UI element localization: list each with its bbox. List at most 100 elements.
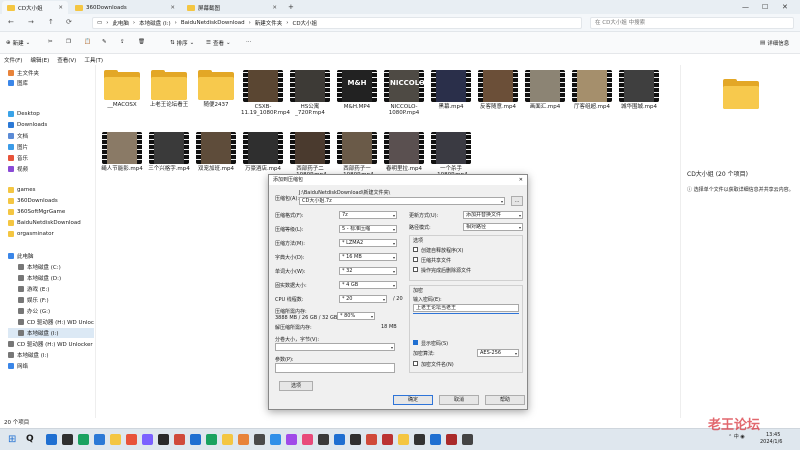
taskbar-app-icon[interactable] (398, 434, 409, 445)
file-item[interactable]: 上老王论坛看王 (147, 70, 191, 108)
close-icon[interactable]: ✕ (170, 5, 175, 11)
close-icon[interactable]: ✕ (272, 5, 277, 11)
file-item[interactable]: __MACOSX (100, 70, 144, 108)
taskbar-app-icon[interactable] (238, 434, 249, 445)
tab-360downloads[interactable]: 360Downloads ✕ (70, 1, 180, 14)
sidebar-item[interactable]: 娱乐 (F:) (8, 295, 94, 305)
sidebar-item[interactable]: 游戏 (E:) (8, 284, 94, 294)
tab-cd[interactable]: CD大小姐 ✕ (2, 1, 68, 14)
params-input[interactable] (275, 363, 395, 373)
sidebar-item[interactable]: CD 驱动器 (H:) WD Unlocker (8, 339, 94, 349)
taskbar-app-icon[interactable] (414, 434, 425, 445)
cut-icon[interactable]: ✂ (48, 39, 53, 45)
refresh-icon[interactable]: ⟳ (66, 18, 72, 26)
close-icon[interactable]: ✕ (58, 5, 63, 11)
back-arrow-icon[interactable]: ← (8, 18, 14, 26)
taskbar-app-icon[interactable] (366, 434, 377, 445)
sidebar-item[interactable]: CD 驱动器 (H:) WD Unlocker (8, 317, 94, 327)
share-icon[interactable]: ⇪ (120, 39, 125, 45)
ok-button[interactable]: 确定 (393, 395, 433, 405)
sidebar-item[interactable]: 本地磁盘 (I:) (8, 350, 94, 360)
field-combo[interactable]: 相对路径 ▾ (463, 223, 523, 231)
maximize-button[interactable]: ☐ (762, 3, 768, 11)
file-item[interactable]: 城华围城.mp4 (617, 70, 661, 110)
taskbar-app-icon[interactable] (222, 434, 233, 445)
sidebar-item[interactable]: 此电脑 (8, 251, 94, 261)
file-item[interactable]: NICCOLO NICCOLO-1080P.mp4 (382, 70, 426, 116)
system-tray[interactable]: ⌃ 中 ◉ (728, 433, 745, 440)
show-password-checkbox[interactable] (413, 340, 418, 345)
sidebar-item[interactable]: BaiduNetdiskDownload (8, 218, 94, 228)
field-combo[interactable]: 5 - 标准压缩 ▾ (339, 225, 397, 233)
field-combo[interactable]: * 20 ▾ (339, 295, 387, 303)
clock-time[interactable]: 13:45 (766, 432, 780, 438)
taskbar-app-icon[interactable] (126, 434, 137, 445)
taskbar-app-icon[interactable] (206, 434, 217, 445)
taskbar-app-icon[interactable] (142, 434, 153, 445)
taskbar-app-icon[interactable] (62, 434, 73, 445)
sidebar-item[interactable]: 图片 (8, 142, 94, 152)
file-item[interactable]: 一个杀手_1080P.mp4 (429, 132, 473, 178)
memory-percent-combo[interactable]: * 80% ▾ (337, 312, 375, 320)
rename-icon[interactable]: ✎ (102, 39, 107, 45)
taskbar-app-icon[interactable] (110, 434, 121, 445)
cancel-button[interactable]: 取消 (439, 395, 479, 405)
taskbar-app-icon[interactable] (270, 434, 281, 445)
file-item[interactable]: HS公寓_720P.mp4 (288, 70, 332, 116)
file-item[interactable]: 厅客组超.mp4 (570, 70, 614, 110)
encryption-method-combo[interactable]: AES-256 ▾ (477, 349, 519, 357)
file-item[interactable]: 西部药子一_1080P.mp4 (335, 132, 379, 178)
new-tab-icon[interactable]: + (288, 3, 294, 11)
split-size-combo[interactable]: ▾ (275, 343, 395, 351)
copy-icon[interactable]: ❐ (66, 39, 71, 45)
breadcrumb[interactable]: ▭ › 此电脑 › 本地磁盘 (I:) › BaiduNetdiskDownload ›… (92, 17, 582, 29)
sidebar-item[interactable]: Desktop (8, 109, 94, 119)
tab-screenshots[interactable]: 屏幕截图 ✕ (182, 1, 282, 14)
sidebar-item[interactable]: 文档 (8, 131, 94, 141)
taskbar-app-icon[interactable] (318, 434, 329, 445)
file-item[interactable]: 三个兴格字.mp4 (147, 132, 191, 172)
field-combo[interactable]: 添加并替换文件 ▾ (463, 211, 523, 219)
menu-edit[interactable]: 编辑(E) (30, 56, 49, 64)
sort-button[interactable]: ⇅ 排序 ⌄ (170, 39, 194, 47)
field-combo[interactable]: * 16 MB ▾ (339, 253, 397, 261)
sidebar-item[interactable]: 360Downloads (8, 196, 94, 206)
sidebar-item[interactable]: 音乐 (8, 153, 94, 163)
file-item[interactable]: 随便2437 (194, 70, 238, 108)
file-item[interactable]: 反客随意.mp4 (476, 70, 520, 110)
menu-tools[interactable]: 工具(T) (84, 56, 103, 64)
file-item[interactable]: 万豪酒店.mp4 (241, 132, 285, 172)
taskbar-app-icon[interactable] (302, 434, 313, 445)
sidebar-item[interactable]: 办公 (G:) (8, 306, 94, 316)
taskbar-app-icon[interactable] (190, 434, 201, 445)
taskbar-app-icon[interactable] (78, 434, 89, 445)
taskbar-app-icon[interactable] (382, 434, 393, 445)
field-combo[interactable]: * 32 ▾ (339, 267, 397, 275)
field-combo[interactable]: 7z ▾ (339, 211, 397, 219)
taskbar-app-icon[interactable] (350, 434, 361, 445)
search-icon[interactable]: Q (26, 434, 37, 445)
field-combo[interactable]: * LZMA2 ▾ (339, 239, 397, 247)
file-item[interactable]: 画面汇.mp4 (523, 70, 567, 110)
options-button[interactable]: 选项 (279, 381, 313, 391)
view-button[interactable]: ☰ 查看 ⌄ (206, 39, 231, 47)
breadcrumb-item[interactable]: 本地磁盘 (I:) (139, 19, 171, 27)
taskbar-app-icon[interactable] (430, 434, 441, 445)
close-icon[interactable]: ✕ (519, 175, 523, 185)
sidebar-item[interactable]: 360SoftMgrGame (8, 207, 94, 217)
help-button[interactable]: 帮助 (485, 395, 525, 405)
sidebar-item[interactable]: orgasminator (8, 229, 94, 239)
file-item[interactable]: 双宠加班.mp4 (194, 132, 238, 172)
field-combo[interactable]: * 4 GB ▾ (339, 281, 397, 289)
file-item[interactable]: 黑幕.mp4 (429, 70, 473, 110)
file-item[interactable]: 绳人节能影.mp4 (100, 132, 144, 172)
taskbar-app-icon[interactable] (254, 434, 265, 445)
breadcrumb-item[interactable]: BaiduNetdiskDownload (181, 20, 245, 26)
breadcrumb-item[interactable]: 此电脑 (112, 19, 129, 27)
sidebar-item[interactable]: 网络 (8, 361, 94, 371)
start-icon[interactable]: ⊞ (8, 434, 19, 445)
sidebar-item[interactable]: Downloads (8, 120, 94, 130)
file-item[interactable]: 西部药子二_1080P.mp4 (288, 132, 332, 178)
new-button[interactable]: ⊕ 新建 ⌄ (6, 39, 30, 47)
delete-icon[interactable]: 🗑 (138, 39, 145, 45)
